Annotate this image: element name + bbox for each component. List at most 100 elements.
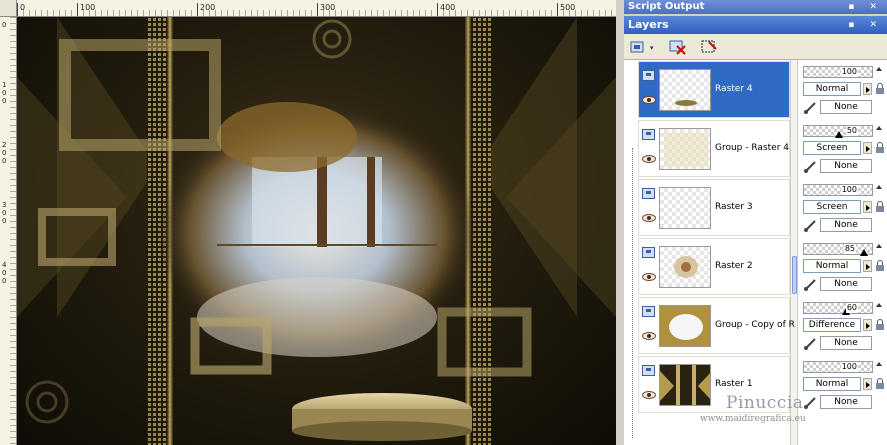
layers-panel-title: Layers xyxy=(628,18,669,31)
blend-mode-select[interactable]: Normal xyxy=(803,82,861,96)
layer-row-raster-3[interactable]: Raster 3 100 Screen None xyxy=(624,178,887,237)
blend-mode-select[interactable]: Difference xyxy=(803,318,861,332)
opacity-slider[interactable]: 60 xyxy=(803,302,873,315)
brush-icon[interactable] xyxy=(803,278,817,291)
layer-entry[interactable]: Raster 4 xyxy=(638,61,790,118)
layer-thumbnail xyxy=(659,128,711,170)
blend-mode-select[interactable]: Screen xyxy=(803,141,861,155)
opacity-spin-icon[interactable] xyxy=(875,125,885,137)
ruler-top-label: 300 xyxy=(317,3,335,16)
blend-dropdown-icon[interactable] xyxy=(863,83,872,95)
blend-dropdown-icon[interactable] xyxy=(863,142,872,154)
new-layer-button[interactable] xyxy=(627,37,649,57)
layer-name: Group - Raster 4 xyxy=(715,143,789,153)
layer-entry[interactable]: Raster 2 xyxy=(638,238,790,295)
opacity-slider[interactable]: 100 xyxy=(803,184,873,196)
layers-toolbar: ▾ xyxy=(624,34,887,60)
opacity-spin-icon[interactable] xyxy=(875,243,885,255)
layer-entry[interactable]: Group - Copy of R xyxy=(638,297,795,354)
ruler-top-label: 0 xyxy=(17,3,25,16)
panel-pin-close-buttons[interactable]: ▪ ✕ xyxy=(848,16,883,34)
opacity-slider[interactable]: 100 xyxy=(803,66,873,78)
opacity-spin-icon[interactable] xyxy=(875,361,885,373)
edit-selection-button[interactable] xyxy=(698,37,720,57)
mask-none-box[interactable]: None xyxy=(820,336,872,350)
mask-none-box[interactable]: None xyxy=(820,159,872,173)
opacity-slider[interactable]: 85 xyxy=(803,243,873,256)
visibility-eye-icon[interactable] xyxy=(642,96,656,104)
lock-icon[interactable] xyxy=(876,378,884,390)
brush-icon[interactable] xyxy=(803,160,817,173)
lock-icon[interactable] xyxy=(876,319,884,331)
brush-icon[interactable] xyxy=(803,101,817,114)
ruler-top-label: 200 xyxy=(197,3,215,16)
brush-icon[interactable] xyxy=(803,219,817,232)
edit-selection-icon xyxy=(701,40,717,53)
new-layer-icon xyxy=(630,41,644,53)
script-output-titlebar[interactable]: Script Output ▪ ✕ xyxy=(624,0,887,14)
blend-mode-select[interactable]: Normal xyxy=(803,259,861,273)
lock-icon[interactable] xyxy=(876,201,884,213)
layers-list: Raster 4 100 Normal None Group - Raster … xyxy=(624,60,887,445)
opacity-slider[interactable]: 50 xyxy=(803,125,873,138)
ruler-left-label: 300 xyxy=(2,201,7,225)
blend-mode-select[interactable]: Normal xyxy=(803,377,861,391)
blend-dropdown-icon[interactable] xyxy=(863,319,872,331)
opacity-slider[interactable]: 100 xyxy=(803,361,873,373)
raster-layer-icon xyxy=(642,188,655,199)
layer-properties: 100 Normal None xyxy=(800,359,887,411)
layer-row-raster-4[interactable]: Raster 4 100 Normal None xyxy=(624,60,887,119)
lock-icon[interactable] xyxy=(876,260,884,272)
opacity-value: 85 xyxy=(843,244,856,254)
ruler-top-label: 500 xyxy=(557,3,575,16)
opacity-value: 100 xyxy=(840,362,858,372)
blend-dropdown-icon[interactable] xyxy=(863,378,872,390)
visibility-eye-icon[interactable] xyxy=(642,155,656,163)
layer-row-raster-2[interactable]: Raster 2 85 Normal None xyxy=(624,237,887,296)
blend-dropdown-icon[interactable] xyxy=(863,201,872,213)
layers-titlebar[interactable]: Layers ▪ ✕ xyxy=(624,16,887,34)
watermark-name: Pinuccia xyxy=(726,393,804,413)
visibility-eye-icon[interactable] xyxy=(642,332,656,340)
mask-none-box[interactable]: None xyxy=(820,100,872,114)
ruler-top-label: 400 xyxy=(437,3,455,16)
layer-thumbnail xyxy=(659,305,711,347)
layer-properties: 85 Normal None xyxy=(800,241,887,293)
layer-thumbnail xyxy=(659,246,711,288)
delete-layer-button[interactable] xyxy=(667,37,689,57)
ruler-left: 0 100 200 300 400 xyxy=(0,17,17,445)
brush-icon[interactable] xyxy=(803,396,817,409)
opacity-spin-icon[interactable] xyxy=(875,184,885,196)
brush-icon[interactable] xyxy=(803,337,817,350)
raster-layer-icon xyxy=(642,247,655,258)
group-layer-icon xyxy=(642,306,655,317)
layer-thumbnail xyxy=(659,187,711,229)
panel-pin-close-buttons[interactable]: ▪ ✕ xyxy=(848,0,883,14)
blend-mode-select[interactable]: Screen xyxy=(803,200,861,214)
visibility-eye-icon[interactable] xyxy=(642,273,656,281)
layer-entry[interactable]: Raster 3 xyxy=(638,179,790,236)
image-canvas[interactable] xyxy=(17,17,616,445)
opacity-value: 50 xyxy=(845,126,858,136)
new-layer-dropdown-arrow[interactable]: ▾ xyxy=(650,44,654,52)
layer-name: Group - Copy of R xyxy=(715,320,795,330)
blend-dropdown-icon[interactable] xyxy=(863,260,872,272)
layer-properties: 60 Difference None xyxy=(800,300,887,352)
visibility-eye-icon[interactable] xyxy=(642,214,656,222)
mask-none-box[interactable]: None xyxy=(820,395,872,409)
lock-icon[interactable] xyxy=(876,83,884,95)
lock-icon[interactable] xyxy=(876,142,884,154)
artwork xyxy=(17,17,616,445)
opacity-value: 100 xyxy=(840,185,858,195)
opacity-spin-icon[interactable] xyxy=(875,302,885,314)
mask-none-box[interactable]: None xyxy=(820,218,872,232)
visibility-eye-icon[interactable] xyxy=(642,391,656,399)
layer-row-group-raster-4[interactable]: Group - Raster 4 50 Screen None xyxy=(624,119,887,178)
layer-row-group-copy[interactable]: Group - Copy of R 60 Difference None xyxy=(624,296,887,355)
layer-properties: 100 Normal None xyxy=(800,64,887,116)
delete-layer-icon xyxy=(669,40,686,55)
mask-none-box[interactable]: None xyxy=(820,277,872,291)
opacity-spin-icon[interactable] xyxy=(875,66,885,78)
layer-entry[interactable]: Group - Raster 4 xyxy=(638,120,790,177)
opacity-marker-icon xyxy=(860,249,868,256)
